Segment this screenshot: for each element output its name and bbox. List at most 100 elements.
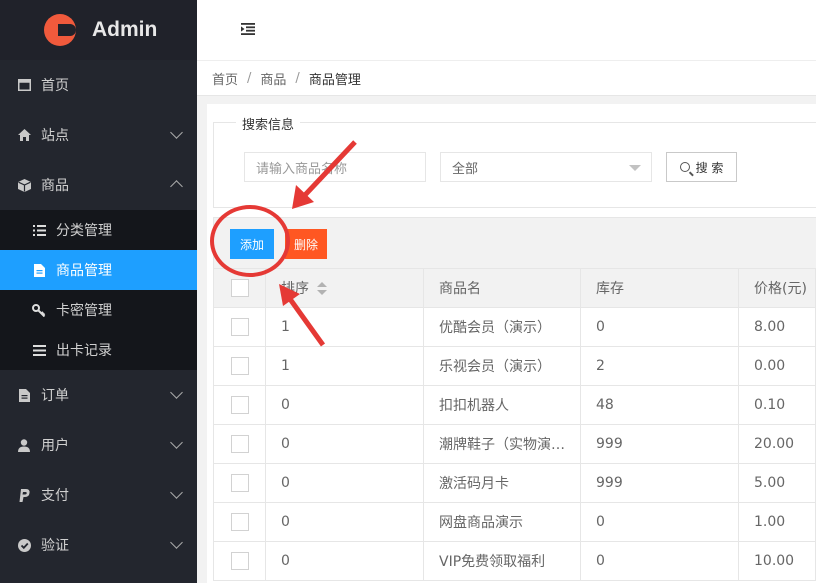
search-button[interactable]: 搜 索: [666, 152, 737, 182]
add-button[interactable]: 添加: [230, 229, 274, 259]
paypal-icon: [17, 488, 31, 502]
cell-price: 1.00: [738, 502, 816, 542]
cell-name: 优酷会员（演示）: [423, 307, 581, 347]
row-checkbox[interactable]: [231, 474, 249, 492]
header-price: 价格(元): [738, 268, 816, 308]
cell-name: 网盘商品演示: [423, 502, 581, 542]
chevron-down-icon: [170, 486, 183, 499]
cell-price: 0.10: [738, 385, 816, 425]
sidebar-subitem-label: 商品管理: [56, 263, 112, 279]
row-checkbox[interactable]: [231, 435, 249, 453]
delete-button[interactable]: 删除: [285, 229, 327, 259]
sidebar-subitem-goods-manage[interactable]: 商品管理: [0, 250, 197, 290]
cell-price: 20.00: [738, 424, 816, 464]
row-checkbox[interactable]: [231, 552, 249, 570]
sidebar-item-label: 首页: [41, 78, 69, 94]
menu-toggle-icon[interactable]: [241, 23, 255, 37]
file-icon: [17, 388, 31, 402]
row-checkbox[interactable]: [231, 318, 249, 336]
goods-table: 排序 商品名 库存 价格(元) 1 优酷会员（演示） 0 8.00 1 乐视会员…: [213, 268, 816, 581]
cell-name: 乐视会员（演示）: [423, 346, 581, 386]
table-row: 1 乐视会员（演示） 2 0.00: [213, 346, 816, 386]
main-content: 搜索信息 请输入商品名称 全部 搜 索 添加 删除 排序 商品名 库存 价格(元…: [207, 104, 816, 583]
cell-sort: 1: [265, 346, 424, 386]
table-row: 0 扣扣机器人 48 0.10: [213, 385, 816, 425]
chevron-down-icon: [170, 536, 183, 549]
breadcrumb-current: 商品管理: [308, 72, 361, 88]
sidebar-subitem-label: 卡密管理: [56, 303, 112, 319]
breadcrumb-goods[interactable]: 商品: [260, 69, 286, 88]
cell-name: VIP免费领取福利: [423, 541, 581, 581]
table-row: 0 潮牌鞋子（实物演… 999 20.00: [213, 424, 816, 464]
caret-down-icon: [629, 165, 641, 171]
cell-name: 潮牌鞋子（实物演…: [423, 424, 581, 464]
sidebar-item-verify[interactable]: 验证: [0, 520, 197, 570]
goods-submenu: 分类管理 商品管理 卡密管理 出卡记录: [0, 210, 197, 370]
table-toolbar: 添加 删除: [213, 217, 816, 269]
search-button-label: 搜 索: [695, 160, 724, 175]
file-icon: [32, 263, 46, 277]
sidebar-item-goods[interactable]: 商品: [0, 160, 197, 210]
search-legend: 搜索信息: [236, 114, 301, 133]
row-checkbox[interactable]: [231, 357, 249, 375]
sidebar-item-payment[interactable]: 支付: [0, 470, 197, 520]
sidebar-subitem-category[interactable]: 分类管理: [0, 210, 197, 250]
sidebar: Admin 首页 站点 商品 分类管理 商品管理 卡密管理 出卡记录 订单 用户…: [0, 0, 197, 583]
chevron-up-icon: [170, 180, 183, 193]
cell-name: 激活码月卡: [423, 463, 581, 503]
breadcrumb-home[interactable]: 首页: [212, 69, 238, 88]
sidebar-item-orders[interactable]: 订单: [0, 370, 197, 420]
key-icon: [32, 303, 46, 317]
logo[interactable]: Admin: [0, 0, 197, 60]
category-select[interactable]: 全部: [440, 152, 652, 182]
header-checkbox-cell: [213, 268, 266, 308]
sidebar-item-label: 验证: [41, 538, 69, 554]
logo-icon: [44, 14, 76, 46]
table-header-row: 排序 商品名 库存 价格(元): [213, 268, 816, 308]
cell-sort: 0: [265, 541, 424, 581]
row-checkbox[interactable]: [231, 513, 249, 531]
cell-price: 8.00: [738, 307, 816, 347]
list-icon: [32, 224, 46, 236]
cell-stock: 48: [580, 385, 739, 425]
check-circle-icon: [17, 538, 31, 552]
header-sort[interactable]: 排序: [265, 268, 424, 308]
row-checkbox[interactable]: [231, 396, 249, 414]
table-row: 0 VIP免费领取福利 0 10.00: [213, 541, 816, 581]
table-row: 0 激活码月卡 999 5.00: [213, 463, 816, 503]
cell-sort: 0: [265, 385, 424, 425]
sort-icon[interactable]: [317, 282, 327, 296]
cell-sort: 0: [265, 424, 424, 464]
sidebar-item-label: 支付: [41, 488, 69, 504]
sidebar-item-users[interactable]: 用户: [0, 420, 197, 470]
cell-stock: 0: [580, 307, 739, 347]
cell-stock: 2: [580, 346, 739, 386]
window-icon: [17, 78, 31, 92]
search-input[interactable]: 请输入商品名称: [244, 152, 426, 182]
select-value: 全部: [452, 161, 479, 177]
table-row: 0 网盘商品演示 0 1.00: [213, 502, 816, 542]
user-icon: [17, 438, 31, 452]
sidebar-item-home[interactable]: 首页: [0, 60, 197, 110]
cell-sort: 0: [265, 502, 424, 542]
select-all-checkbox[interactable]: [231, 279, 249, 297]
top-header: [197, 0, 816, 60]
sidebar-subitem-card[interactable]: 卡密管理: [0, 290, 197, 330]
chevron-down-icon: [170, 436, 183, 449]
cell-stock: 0: [580, 541, 739, 581]
breadcrumb-separator: /: [295, 70, 300, 86]
cell-stock: 999: [580, 424, 739, 464]
sidebar-item-label: 用户: [41, 438, 69, 454]
cell-name: 扣扣机器人: [423, 385, 581, 425]
menu-icon: [32, 344, 46, 356]
cell-price: 10.00: [738, 541, 816, 581]
header-stock: 库存: [580, 268, 739, 308]
home-icon: [17, 128, 31, 142]
sidebar-subitem-records[interactable]: 出卡记录: [0, 330, 197, 370]
sidebar-item-label: 商品: [41, 178, 69, 194]
breadcrumb: 首页 / 商品 / 商品管理: [197, 60, 816, 96]
breadcrumb-separator: /: [247, 70, 252, 86]
search-icon: [679, 162, 690, 172]
sidebar-item-site[interactable]: 站点: [0, 110, 197, 160]
chevron-down-icon: [170, 386, 183, 399]
